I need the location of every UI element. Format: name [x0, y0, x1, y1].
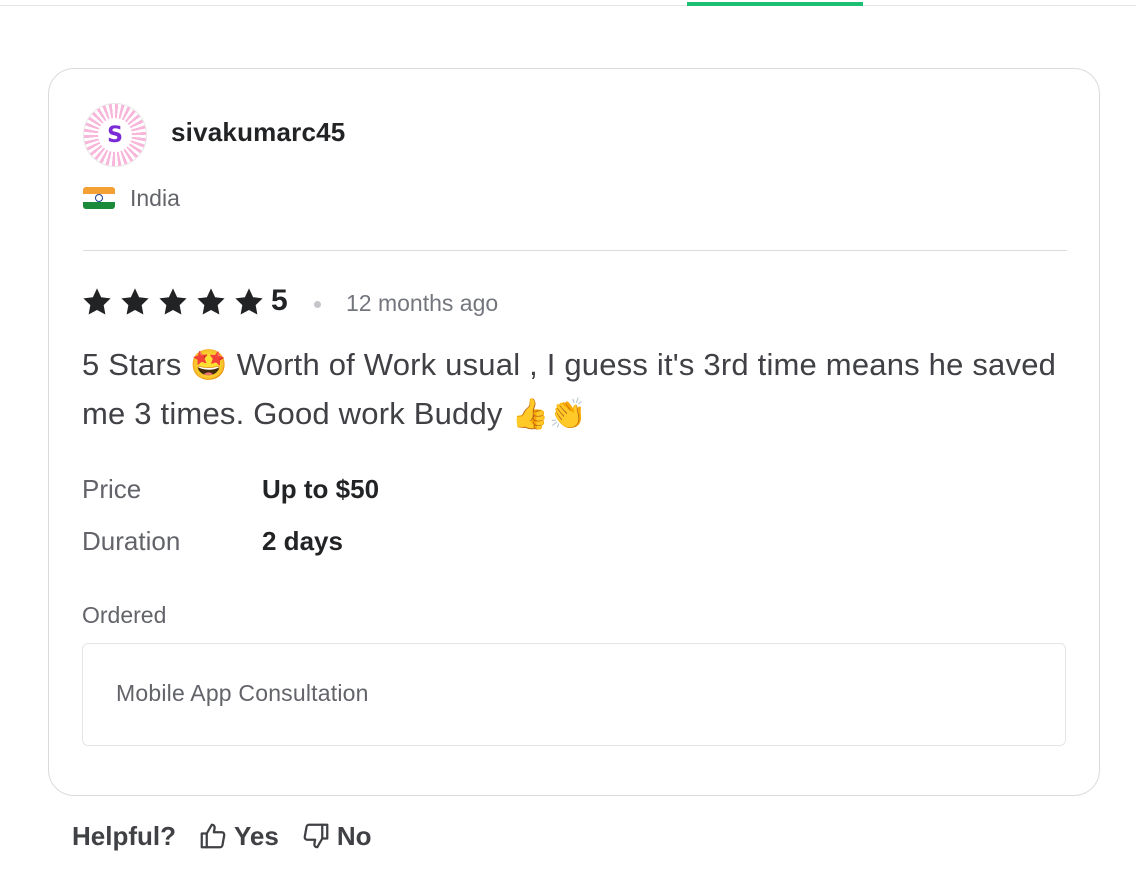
helpful-yes-button[interactable]: Yes — [198, 821, 279, 852]
avatar-initial: S — [98, 118, 132, 152]
yes-label: Yes — [234, 820, 279, 851]
separator-dot — [314, 301, 321, 308]
ordered-label: Ordered — [82, 602, 167, 628]
top-border — [0, 0, 1136, 6]
review-time: 12 months ago — [346, 290, 499, 316]
divider — [83, 250, 1067, 251]
clapping-hands-emoji: 👏 — [549, 397, 587, 432]
thumbs-down-icon — [303, 823, 329, 849]
active-tab-indicator — [687, 2, 863, 6]
star-icon — [195, 286, 227, 318]
star-icon — [81, 286, 113, 318]
review-text: 5 Stars 🤩 Worth of Work usual , I guess … — [82, 341, 1072, 439]
rating-value: 5 — [271, 284, 288, 317]
star-icon — [157, 286, 189, 318]
ordered-item-name: Mobile App Consultation — [116, 680, 369, 706]
reviewer-country: India — [130, 185, 180, 211]
review-text-part1: 5 Stars — [82, 347, 191, 382]
helpful-no-button[interactable]: No — [301, 821, 372, 852]
reviewer-username[interactable]: sivakumarc45 — [171, 117, 345, 148]
review-card: S sivakumarc45 India 5 12 months ago 5 S… — [48, 68, 1100, 796]
ordered-item-box[interactable]: Mobile App Consultation — [82, 643, 1066, 746]
helpful-feedback: Helpful? Yes No — [72, 818, 394, 854]
thumbs-up-icon — [200, 823, 226, 849]
price-value: Up to $50 — [262, 474, 380, 504]
no-label: No — [336, 820, 372, 851]
helpful-label: Helpful? — [72, 820, 176, 851]
star-icon — [119, 286, 151, 318]
thumbs-up-emoji: 👍 — [511, 397, 550, 432]
star-icon — [233, 286, 265, 318]
duration-label: Duration — [82, 526, 181, 556]
star-rating — [81, 285, 271, 319]
india-flag-icon — [83, 187, 115, 209]
duration-value: 2 days — [262, 526, 343, 556]
price-label: Price — [82, 474, 142, 504]
star-struck-emoji: 🤩 — [190, 348, 228, 383]
avatar[interactable]: S — [83, 103, 147, 167]
